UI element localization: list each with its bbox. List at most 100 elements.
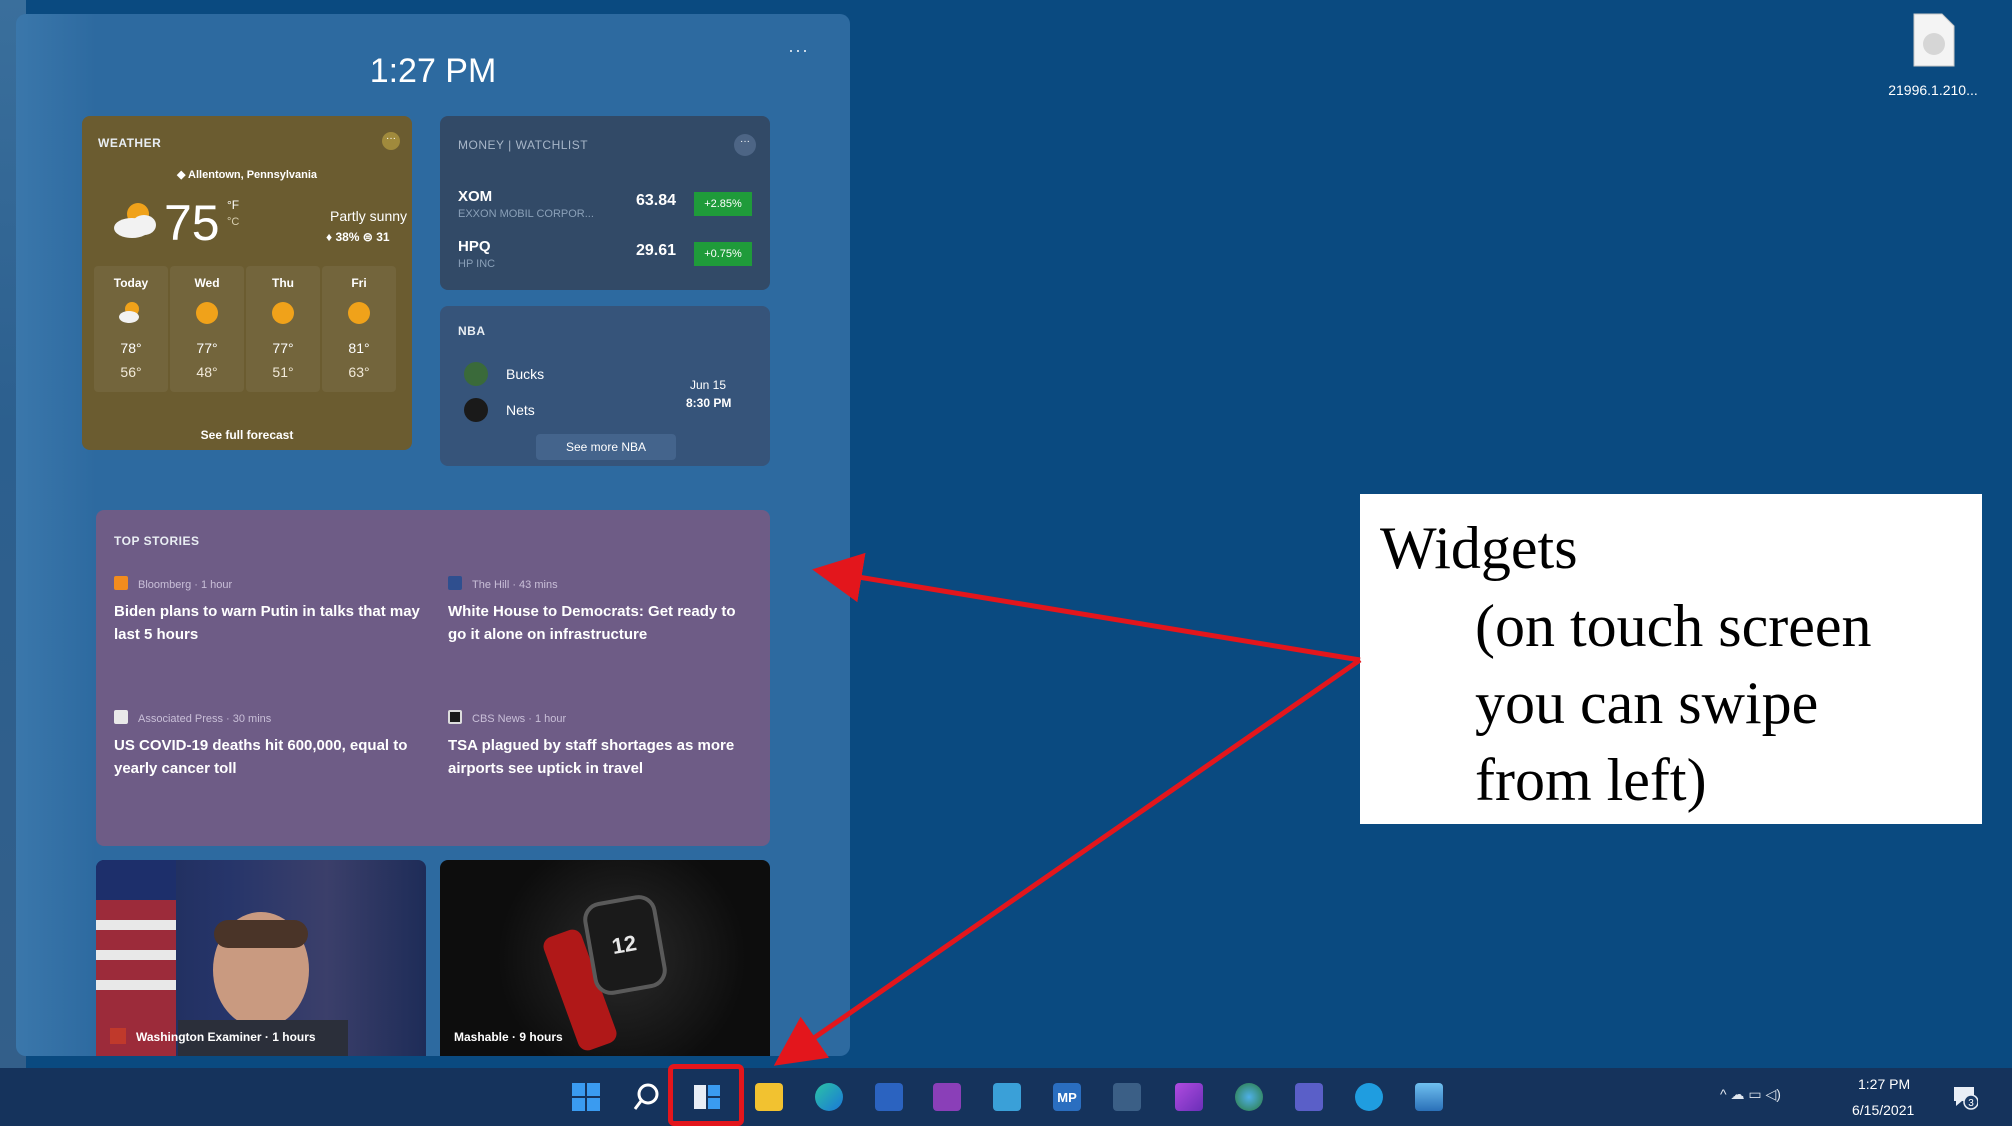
callout-line: (on touch screen <box>1475 593 1872 659</box>
nba-widget[interactable]: NBA Bucks Nets Jun 15 8:30 PM See more N… <box>440 306 770 466</box>
stock-change-badge: +0.75% <box>694 242 752 266</box>
stock-ticker: XOM <box>458 188 493 205</box>
see-more-nba-link[interactable]: See more NBA <box>536 434 676 460</box>
mixer-button[interactable] <box>1108 1078 1146 1116</box>
desktop: 1:27 PM ··· WEATHER ··· ◆ Allentown, Pen… <box>0 0 2012 1126</box>
weather-caption: WEATHER <box>98 136 162 150</box>
unit-celsius[interactable]: °C <box>227 216 239 228</box>
photos-button[interactable] <box>1410 1078 1448 1116</box>
news-caption-text: Mashable · 9 hours <box>454 1030 563 1044</box>
skype-button[interactable] <box>1350 1078 1388 1116</box>
clock-date[interactable]: 6/15/2021 <box>1852 1102 1914 1118</box>
story-item[interactable]: Associated Press · 30 mins US COVID-19 d… <box>114 710 424 780</box>
stock-row[interactable]: HPQ HP INC 29.61 +0.75% <box>458 238 758 278</box>
teams-button[interactable] <box>1290 1078 1328 1116</box>
affinity-button[interactable] <box>1170 1078 1208 1116</box>
cbs-logo-icon <box>448 710 462 724</box>
forecast-low: 63° <box>348 364 370 380</box>
news-image-card[interactable]: Washington Examiner · 1 hours <box>96 860 426 1056</box>
bucks-logo-icon <box>464 362 488 386</box>
stock-row[interactable]: XOM EXXON MOBIL CORPOR... 63.84 +2.85% <box>458 188 758 228</box>
onenote-button[interactable] <box>928 1078 966 1116</box>
news-photo: 12 <box>543 895 667 1051</box>
annotation-callout: Widgets (on touch screen you can swipe f… <box>1360 494 1982 824</box>
search-button[interactable] <box>628 1078 666 1116</box>
story-item[interactable]: CBS News · 1 hour TSA plagued by staff s… <box>448 710 758 780</box>
game-date: Jun 15 <box>690 378 727 392</box>
file-label[interactable]: 21996.1.210... <box>1878 82 1988 98</box>
taskbar: MP <box>0 1068 2012 1126</box>
forecast-day: Wed 77° 48° <box>170 266 244 392</box>
weather-precipitation: ♦ 38% ⊜ 31 <box>326 230 390 244</box>
onenote-icon <box>933 1083 961 1111</box>
stories-caption: TOP STORIES <box>114 534 200 548</box>
weather-widget[interactable]: WEATHER ··· ◆ Allentown, Pennsylvania 75… <box>82 116 412 450</box>
news-caption: Washington Examiner · 1 hours <box>110 1028 316 1044</box>
weather-more-button[interactable]: ··· <box>382 132 400 150</box>
money-watchlist-widget[interactable]: MONEY | WATCHLIST ··· XOM EXXON MOBIL CO… <box>440 116 770 290</box>
notepad-button[interactable] <box>988 1078 1026 1116</box>
word-button[interactable] <box>870 1078 908 1116</box>
story-source: Bloomberg · 1 hour <box>114 576 424 594</box>
clock-time[interactable]: 1:27 PM <box>1858 1076 1910 1092</box>
top-stories-widget: TOP STORIES Bloomberg · 1 hour Biden pla… <box>96 510 770 846</box>
teams-icon <box>1295 1083 1323 1111</box>
file-explorer-button[interactable] <box>750 1078 788 1116</box>
money-more-button[interactable]: ··· <box>734 134 756 156</box>
file-icon[interactable] <box>1912 12 1956 68</box>
callout-line: Widgets <box>1380 515 1578 581</box>
stock-ticker: HPQ <box>458 238 491 255</box>
panel-more-button[interactable]: ··· <box>788 40 809 61</box>
sun-icon <box>272 302 294 324</box>
story-headline: White House to Democrats: Get ready to g… <box>448 603 736 643</box>
forecast-day-name: Thu <box>272 276 294 290</box>
mixer-icon <box>1113 1083 1141 1111</box>
forecast-day: Today 78° 56° <box>94 266 168 392</box>
partly-cloudy-icon <box>119 302 139 323</box>
photos-icon <box>1415 1083 1443 1111</box>
story-source: CBS News · 1 hour <box>448 710 758 728</box>
news-photo <box>96 860 348 1056</box>
washington-examiner-logo-icon <box>110 1028 126 1044</box>
arrow-to-widgets-button <box>773 657 1362 1066</box>
skype-icon <box>1355 1083 1383 1111</box>
sun-icon <box>196 302 218 324</box>
money-caption: MONEY | WATCHLIST <box>458 138 589 152</box>
game-time: 8:30 PM <box>686 396 732 410</box>
notification-icon[interactable]: 3 <box>1952 1084 1978 1110</box>
start-icon <box>572 1083 600 1111</box>
forecast-high: 78° <box>120 340 142 356</box>
news-image-card[interactable]: 12 Mashable · 9 hours <box>440 860 770 1056</box>
stock-price: 29.61 <box>636 242 677 259</box>
weather-temperature: 75 <box>164 195 220 251</box>
system-tray[interactable]: ^ ☁ ▭ ◁) <box>1720 1086 1781 1103</box>
callout-line: you can swipe <box>1475 670 1819 736</box>
story-item[interactable]: Bloomberg · 1 hour Biden plans to warn P… <box>114 576 424 646</box>
start-button[interactable] <box>567 1078 605 1116</box>
story-source-text: Associated Press · 30 mins <box>138 713 272 725</box>
maps-button[interactable] <box>1230 1078 1268 1116</box>
edge-button[interactable] <box>810 1078 848 1116</box>
panel-time: 1:27 PM <box>369 52 497 90</box>
mp-button[interactable]: MP <box>1048 1078 1086 1116</box>
story-source-text: Bloomberg · 1 hour <box>138 579 233 591</box>
story-source-text: The Hill · 43 mins <box>472 579 558 591</box>
stock-price: 63.84 <box>636 192 677 209</box>
story-headline: TSA plagued by staff shortages as more a… <box>448 737 735 777</box>
story-item[interactable]: The Hill · 43 mins White House to Democr… <box>448 576 758 646</box>
news-caption-text: Washington Examiner · 1 hours <box>136 1030 316 1044</box>
bloomberg-logo-icon <box>114 576 128 590</box>
nba-caption: NBA <box>458 324 486 338</box>
news-caption: Mashable · 9 hours <box>454 1030 563 1044</box>
weather-location: ◆ Allentown, Pennsylvania <box>176 169 318 181</box>
svg-text:12: 12 <box>610 930 638 959</box>
mp-icon: MP <box>1053 1083 1081 1111</box>
forecast-high: 77° <box>196 340 218 356</box>
widgets-button-highlight <box>668 1064 744 1126</box>
affinity-icon <box>1175 1083 1203 1111</box>
forecast-low: 48° <box>196 364 218 380</box>
team-name: Nets <box>506 402 535 418</box>
unit-fahrenheit[interactable]: °F <box>227 198 239 212</box>
nets-logo-icon <box>464 398 488 422</box>
full-forecast-link[interactable]: See full forecast <box>82 428 412 442</box>
